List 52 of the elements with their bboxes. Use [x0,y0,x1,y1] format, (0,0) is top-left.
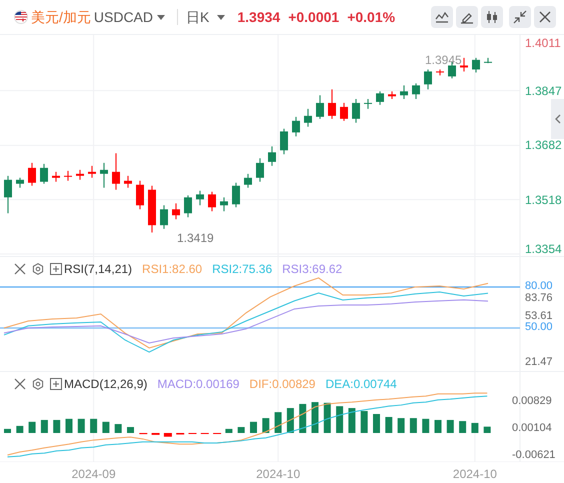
indicator-value: RSI1:82.60 [142,261,202,278]
expand-icon[interactable] [50,378,62,390]
axis-label: 53.61 [525,310,553,322]
indicator-value: RSI3:69.62 [282,261,342,278]
date-label: 2024-09 [72,466,116,483]
date-label: 2024-10 [256,466,300,483]
chevron-left-icon [554,114,560,124]
indicator-button[interactable] [431,6,453,28]
axis-label: 0.00104 [512,423,552,434]
indicator-value: DEA:0.00744 [325,376,397,393]
date-label: 2024-10 [452,466,497,483]
axis-label: 1.3682 [525,139,562,152]
axis-label: 0.00829 [512,396,552,408]
collapse-icon [513,10,527,24]
indicator-value: DIF:0.00829 [249,376,316,393]
price-marker: 1.3419 [177,230,214,247]
flag-icon [14,10,28,24]
indicator-value: RSI2:75.36 [212,261,272,278]
expand-icon[interactable] [50,263,62,275]
axis-label: 1.4011 [525,37,561,49]
axis-label: 83.76 [525,292,553,304]
price-value: 1.3934 [237,8,280,26]
percent-change: +0.01% [347,8,396,26]
pair-name: 美元/加元 [31,8,91,26]
symbol-dropdown[interactable]: USDCAD [94,6,166,28]
indicator-title: MACD(12,26,9) [64,376,148,393]
caret-icon [157,14,166,20]
axis-label: 1.3354 [525,243,562,255]
axis-label: 50.00 [525,322,553,333]
settings-icon[interactable] [32,263,44,275]
axis-label: 1.3518 [525,194,562,206]
candlestick-icon [485,10,499,24]
draw-button[interactable] [456,6,478,28]
axis-label: 21.47 [525,357,553,368]
close-icon [539,11,551,23]
settings-icon[interactable] [32,378,44,390]
axis-label: 80.00 [525,280,553,292]
collapse-button[interactable] [509,6,531,28]
indicator-value: MACD:0.00169 [157,376,240,393]
period-dropdown[interactable]: 日K [186,6,226,28]
candlestick-button[interactable] [481,6,503,28]
price-change: +0.0001 [288,8,340,26]
line-chart-icon [435,10,449,24]
price-marker: 1.3945 [425,52,462,69]
caret-icon [217,14,226,20]
indicator-title: RSI(7,14,21) [64,261,132,278]
close-icon[interactable] [14,378,26,390]
close-button[interactable] [534,6,556,28]
side-panel-toggle[interactable] [551,99,564,139]
axis-label: 1.3847 [525,84,562,97]
close-icon[interactable] [14,263,26,275]
axis-label: -0.00621 [512,450,556,462]
